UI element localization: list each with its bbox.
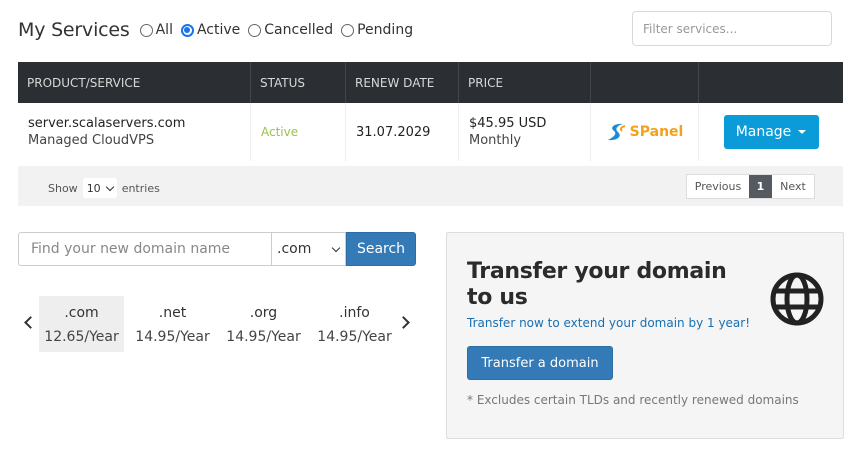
previous-page-button[interactable]: Previous bbox=[687, 175, 749, 198]
chevron-left-icon[interactable] bbox=[24, 316, 37, 329]
entries-label: entries bbox=[121, 181, 160, 195]
tld-price: 14.95/Year bbox=[135, 329, 210, 345]
show-label: Show bbox=[48, 181, 78, 195]
tld-select[interactable]: .com bbox=[271, 232, 346, 266]
transfer-subtitle: Transfer now to extend your domain by 1 … bbox=[467, 316, 751, 330]
column-header-renew-date[interactable]: RENEW DATE bbox=[346, 62, 459, 103]
chevron-right-icon[interactable] bbox=[397, 316, 410, 329]
status-badge: Active bbox=[261, 125, 299, 139]
tld-item[interactable]: .org 14.95/Year bbox=[221, 296, 306, 352]
next-page-button[interactable]: Next bbox=[772, 175, 814, 198]
tld-item[interactable]: .info 14.95/Year bbox=[312, 296, 397, 352]
spanel-logo-text: SPanel bbox=[629, 124, 684, 140]
transfer-domain-button[interactable]: Transfer a domain bbox=[467, 346, 613, 380]
services-table-header: PRODUCT/SERVICE STATUS RENEW DATE PRICE bbox=[18, 62, 843, 103]
services-header: My Services All Active Cancelled Pending bbox=[18, 14, 421, 46]
column-header-status[interactable]: STATUS bbox=[251, 62, 346, 103]
pagination: Previous 1 Next bbox=[686, 174, 815, 199]
product-cell: server.scalaservers.com Managed CloudVPS bbox=[18, 103, 251, 161]
tld-price: 12.65/Year bbox=[44, 329, 119, 345]
radio-button[interactable] bbox=[341, 23, 355, 37]
tld-price: 14.95/Year bbox=[317, 329, 392, 345]
manage-label: Manage bbox=[735, 124, 792, 140]
filter-services-input[interactable] bbox=[632, 11, 832, 46]
entries-select[interactable]: 10 bbox=[82, 178, 117, 198]
entries-value: 10 bbox=[86, 181, 101, 195]
renew-date: 31.07.2029 bbox=[356, 124, 431, 140]
domain-search-form: .com Search bbox=[18, 232, 416, 266]
tld-select-value: .com bbox=[277, 241, 312, 257]
domain-search-input[interactable] bbox=[18, 232, 271, 266]
filter-pending-radio[interactable]: Pending bbox=[341, 22, 413, 38]
tld-price: 14.95/Year bbox=[226, 329, 301, 345]
radio-button[interactable] bbox=[139, 23, 153, 37]
tld-item[interactable]: .com 12.65/Year bbox=[39, 296, 124, 352]
transfer-title: Transfer your domain to us bbox=[467, 259, 727, 310]
table-footer: Show 10 entries Previous 1 Next bbox=[18, 166, 843, 206]
radio-label: All bbox=[155, 22, 173, 38]
page-number-button[interactable]: 1 bbox=[749, 175, 772, 198]
chevron-down-icon bbox=[105, 182, 114, 191]
entries-length-control: Show 10 entries bbox=[48, 178, 160, 198]
product-hostname: server.scalaservers.com bbox=[28, 116, 186, 131]
price-cell: $45.95 USD Monthly bbox=[459, 103, 591, 161]
transfer-note: * Excludes certain TLDs and recently ren… bbox=[467, 393, 799, 407]
manage-button[interactable]: Manage bbox=[723, 115, 819, 149]
globe-icon bbox=[770, 272, 824, 326]
product-plan: Managed CloudVPS bbox=[28, 133, 155, 148]
chevron-down-icon bbox=[331, 243, 341, 253]
radio-button[interactable] bbox=[180, 23, 194, 37]
tld-carousel: .com 12.65/Year .net 14.95/Year .org 14.… bbox=[18, 296, 416, 356]
page-title: My Services bbox=[18, 19, 130, 41]
radio-button[interactable] bbox=[248, 23, 262, 37]
column-header-actions bbox=[699, 62, 843, 103]
transfer-domain-panel: Transfer your domain to us Transfer now … bbox=[446, 232, 844, 439]
panel-cell: SPanel bbox=[591, 103, 699, 161]
action-cell: Manage bbox=[699, 103, 843, 161]
filter-all-radio[interactable]: All bbox=[139, 22, 173, 38]
spanel-swoosh-icon bbox=[607, 123, 625, 141]
radio-label: Active bbox=[196, 22, 241, 38]
tld-extension: .org bbox=[249, 305, 278, 321]
search-button[interactable]: Search bbox=[346, 232, 416, 266]
tld-extension: .net bbox=[158, 305, 187, 321]
caret-down-icon bbox=[798, 130, 807, 134]
filter-active-radio[interactable]: Active bbox=[180, 22, 241, 38]
column-header-panel bbox=[591, 62, 699, 103]
column-header-product[interactable]: PRODUCT/SERVICE bbox=[18, 62, 251, 103]
tld-item[interactable]: .net 14.95/Year bbox=[130, 296, 215, 352]
column-header-price[interactable]: PRICE bbox=[459, 62, 591, 103]
filter-cancelled-radio[interactable]: Cancelled bbox=[248, 22, 333, 38]
status-cell: Active bbox=[251, 103, 346, 161]
spanel-logo[interactable]: SPanel bbox=[606, 122, 684, 142]
tld-extension: .info bbox=[339, 305, 370, 321]
table-row[interactable]: server.scalaservers.com Managed CloudVPS… bbox=[18, 103, 843, 161]
renew-date-cell: 31.07.2029 bbox=[346, 103, 459, 161]
price-amount: $45.95 USD bbox=[469, 116, 547, 131]
radio-label: Cancelled bbox=[264, 22, 334, 38]
radio-label: Pending bbox=[357, 22, 414, 38]
billing-cycle: Monthly bbox=[469, 133, 522, 148]
tld-extension: .com bbox=[64, 305, 99, 321]
